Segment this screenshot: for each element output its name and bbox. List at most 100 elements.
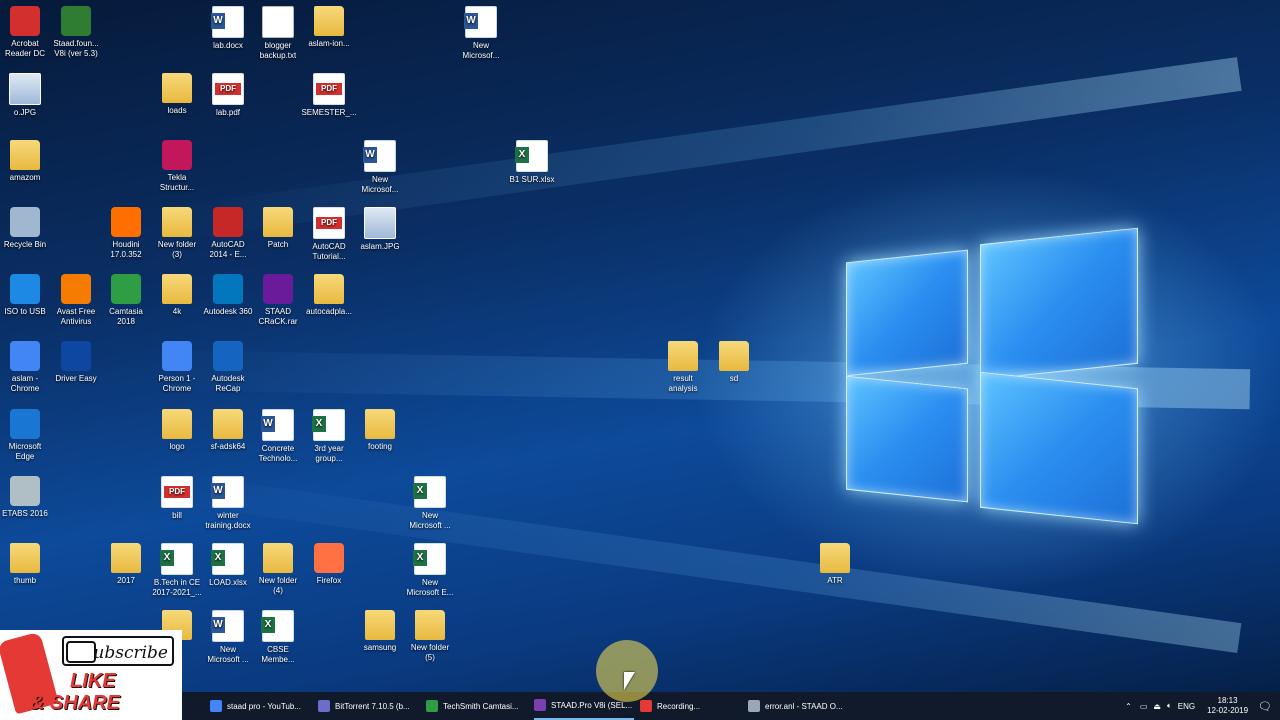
network-icon[interactable]: ▭ [1140, 702, 1148, 711]
desktop-icon-label: Driver Easy [55, 374, 97, 383]
folder-icon [415, 610, 445, 640]
desktop-icon[interactable]: thumb [0, 543, 56, 586]
folder-icon [314, 274, 344, 304]
desktop-icon[interactable]: Recycle Bin [0, 207, 56, 250]
desktop-icon-label: ETABS 2016 [2, 509, 48, 518]
taskbar-item[interactable]: Recording... [640, 692, 740, 720]
folder-icon [162, 207, 192, 237]
desktop-icon[interactable]: Tekla Structur... [146, 140, 208, 193]
desktop-icon-label: New Microsof... [462, 41, 500, 60]
excel-file-icon [160, 543, 193, 575]
image-file-icon [364, 207, 396, 239]
desktop-icon[interactable]: New Microsof... [450, 6, 512, 61]
driver-easy-icon [61, 341, 91, 371]
pdf-file-icon [313, 207, 345, 239]
folder-icon [263, 543, 293, 573]
windows-logo-pane [846, 249, 968, 377]
word-file-icon [363, 140, 396, 172]
desktop[interactable]: Acrobat Reader DC Staad.foun... V8i (ver … [0, 0, 1280, 692]
desktop-icon[interactable]: aslam.JPG [349, 207, 411, 252]
volume-icon[interactable]: 🔈︎ [1167, 701, 1172, 711]
desktop-icon[interactable]: New Microsof... [349, 140, 411, 195]
desktop-icon-label: autocadpla... [306, 307, 352, 316]
desktop-icon[interactable]: sd [703, 341, 765, 384]
taskbar-item[interactable]: TechSmith Camtasi... [426, 692, 526, 720]
excel-file-icon [211, 543, 244, 575]
recording-icon [640, 700, 652, 712]
taskbar-item-label: error.anl - STAAD O... [765, 701, 843, 711]
notification-icon[interactable]: 🗨︎ [1258, 700, 1272, 713]
desktop-icon-label: New Microsoft E... [406, 578, 454, 597]
desktop-icon-label: Autodesk ReCap [211, 374, 245, 393]
chevron-up-icon[interactable]: ⌃ [1125, 702, 1132, 711]
desktop-icon[interactable]: ATR [804, 543, 866, 586]
excel-file-icon [515, 140, 548, 172]
desktop-icon-label: New Microsoft ... [409, 511, 451, 530]
desktop-icon[interactable]: Firefox [298, 543, 360, 586]
chrome-icon [10, 341, 40, 371]
image-file-icon [9, 73, 41, 105]
edge-icon [10, 409, 40, 439]
desktop-icon-label: winter training.docx [205, 511, 251, 530]
desktop-icon-label: ATR [827, 576, 843, 585]
desktop-icon-label: Microsoft Edge [8, 442, 42, 461]
staad-foundation-icon [61, 6, 91, 36]
cursor-highlight [596, 640, 658, 702]
system-tray: ⌃ ▭ ⏏ 🔈︎ ENG 18:13 12-02-2019 🗨︎ [1125, 692, 1280, 720]
desktop-icon[interactable]: New Microsoft E... [399, 543, 461, 598]
recycle-bin-icon [10, 207, 40, 237]
desktop-icon[interactable]: Driver Easy [45, 341, 107, 384]
chrome-icon [210, 700, 222, 712]
desktop-icon[interactable]: winter training.docx [197, 476, 259, 531]
desktop-icon[interactable]: lab.pdf [197, 73, 259, 118]
word-file-icon [211, 610, 244, 642]
mouse-pointer-icon [624, 672, 635, 690]
language-indicator[interactable]: ENG [1178, 702, 1195, 711]
folder-icon [162, 274, 192, 304]
clock[interactable]: 18:13 12-02-2019 [1207, 696, 1248, 716]
desktop-icon[interactable]: B1 SUR.xlsx [501, 140, 563, 185]
text-file-icon [262, 6, 294, 38]
desktop-icon[interactable]: autocadpla... [298, 274, 360, 317]
desktop-icon[interactable]: CBSE Membe... [247, 610, 309, 665]
desktop-icon-label: Recycle Bin [3, 240, 47, 249]
taskbar-item-label: STAAD.Pro V8i (SEL... [551, 700, 633, 710]
tekla-icon [162, 140, 192, 170]
taskbar-item[interactable]: error.anl - STAAD O... [748, 692, 848, 720]
taskbar-item[interactable]: staad pro - YouTub... [210, 692, 314, 720]
camtasia-icon [426, 700, 438, 712]
taskbar-item[interactable]: BitTorrent 7.10.5 (b... [318, 692, 418, 720]
desktop-icon-label: New Microsof... [361, 175, 399, 194]
desktop-icon[interactable]: New folder (5) [399, 610, 461, 663]
folder-icon [263, 207, 293, 237]
desktop-icon-label: Tekla Structur... [159, 173, 195, 192]
folder-icon [10, 140, 40, 170]
desktop-icon-label: sd [729, 374, 739, 383]
desktop-icon[interactable]: ETABS 2016 [0, 476, 56, 519]
desktop-icon[interactable]: Microsoft Edge [0, 409, 56, 462]
folder-icon [820, 543, 850, 573]
folder-icon [111, 543, 141, 573]
houdini-icon [111, 207, 141, 237]
like-text: LIKE [70, 670, 116, 692]
desktop-icon[interactable]: footing [349, 409, 411, 452]
desktop-icon[interactable]: aslam-ion... [298, 6, 360, 49]
desktop-icon[interactable]: New Microsoft ... [399, 476, 461, 531]
desktop-icon-label: amazom [9, 173, 41, 182]
desktop-icon[interactable]: Staad.foun... V8i (ver 5.3) [45, 6, 107, 59]
folder-icon [162, 409, 192, 439]
desktop-icon[interactable]: amazom [0, 140, 56, 183]
folder-icon [668, 341, 698, 371]
word-file-icon [261, 409, 294, 441]
usb-icon[interactable]: ⏏ [1153, 702, 1161, 711]
desktop-icon[interactable]: SEMESTER_... [298, 73, 360, 118]
pdf-file-icon [161, 476, 193, 508]
desktop-icon[interactable]: o.JPG [0, 73, 56, 118]
desktop-icon[interactable]: Autodesk ReCap [197, 341, 259, 394]
youtube-icon [66, 641, 96, 663]
desktop-icon-label: SEMESTER_... [301, 108, 357, 117]
camtasia-icon [111, 274, 141, 304]
folder-icon [365, 409, 395, 439]
word-file-icon [464, 6, 497, 38]
desktop-icon-label: aslam.JPG [360, 242, 400, 251]
